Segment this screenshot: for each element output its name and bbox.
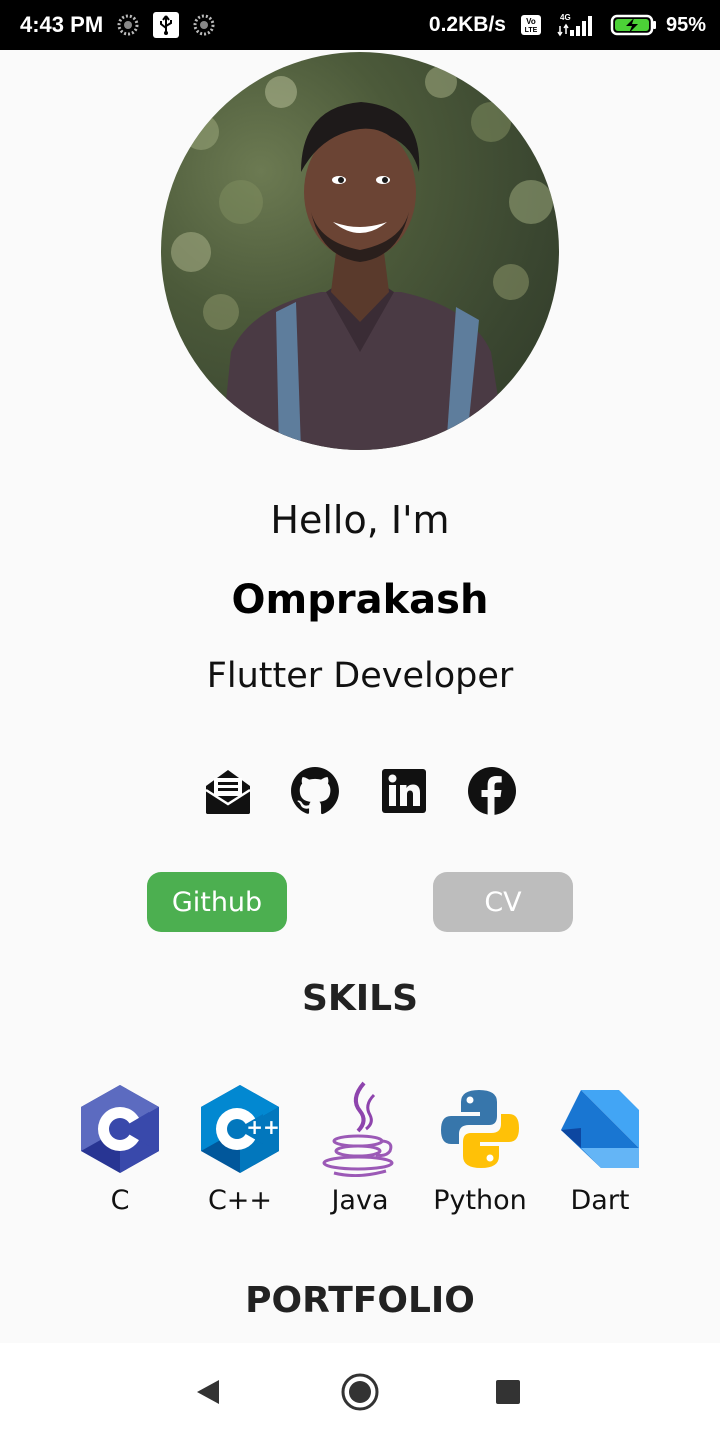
profile-name: Omprakash xyxy=(231,577,489,623)
skill-label: Java xyxy=(331,1185,389,1216)
svg-text:4G: 4G xyxy=(560,13,571,22)
profile-role: Flutter Developer xyxy=(206,656,514,696)
skill-dart: Dart xyxy=(540,1083,660,1216)
skill-label: C xyxy=(110,1185,130,1216)
recents-icon[interactable] xyxy=(484,1368,532,1416)
status-left: 4:43 PM xyxy=(20,12,215,38)
social-links xyxy=(0,765,720,817)
skill-label: Python xyxy=(433,1185,527,1216)
status-right: 0.2KB/s Vo LTE 4G 95% xyxy=(429,12,706,38)
skill-label: C++ xyxy=(207,1185,273,1216)
greeting-text: Hello, I'm xyxy=(270,498,450,542)
network-speed: 0.2KB/s xyxy=(428,13,506,36)
svg-text:LTE: LTE xyxy=(525,27,538,34)
volte-icon: Vo LTE xyxy=(520,14,542,36)
battery-charging-icon xyxy=(610,13,658,37)
skill-cpp: ++ C++ xyxy=(180,1083,300,1216)
portfolio-title: PORTFOLIO xyxy=(245,1280,475,1321)
github-button[interactable]: Github xyxy=(147,872,287,932)
profile-photo xyxy=(161,52,559,450)
facebook-icon[interactable] xyxy=(466,765,518,817)
dotted-circle-icon xyxy=(193,14,215,36)
github-icon[interactable] xyxy=(289,765,341,817)
mail-icon[interactable] xyxy=(202,765,254,817)
cpp-icon: ++ xyxy=(198,1083,282,1175)
dotted-circle-icon xyxy=(117,14,139,36)
signal-icon: 4G xyxy=(556,12,596,38)
java-icon xyxy=(318,1081,402,1177)
svg-text:++: ++ xyxy=(246,1115,280,1139)
skills-title: SKILS xyxy=(301,978,419,1019)
python-icon xyxy=(438,1083,522,1175)
skill-java: Java xyxy=(300,1081,420,1216)
skill-python: Python xyxy=(420,1083,540,1216)
c-language-icon xyxy=(78,1083,162,1175)
battery-percent: 95% xyxy=(665,13,706,36)
navigation-bar xyxy=(0,1343,720,1440)
main-content[interactable]: Hello, I'm Omprakash Flutter Developer G… xyxy=(0,50,720,1343)
cv-button[interactable]: CV xyxy=(433,872,573,932)
linkedin-icon[interactable] xyxy=(378,765,430,817)
usb-icon xyxy=(153,12,180,38)
svg-text:Vo: Vo xyxy=(526,17,536,26)
skill-label: Dart xyxy=(570,1185,630,1216)
status-bar: 4:43 PM 0.2KB/s Vo LTE 4G 95% xyxy=(0,0,720,50)
skill-c: C xyxy=(60,1083,180,1216)
back-icon[interactable] xyxy=(184,1368,232,1416)
skills-list: C ++ C++ Java Python Dart xyxy=(0,1081,720,1223)
dart-icon xyxy=(558,1083,642,1175)
status-time: 4:43 PM xyxy=(20,12,104,37)
home-icon[interactable] xyxy=(336,1368,384,1416)
